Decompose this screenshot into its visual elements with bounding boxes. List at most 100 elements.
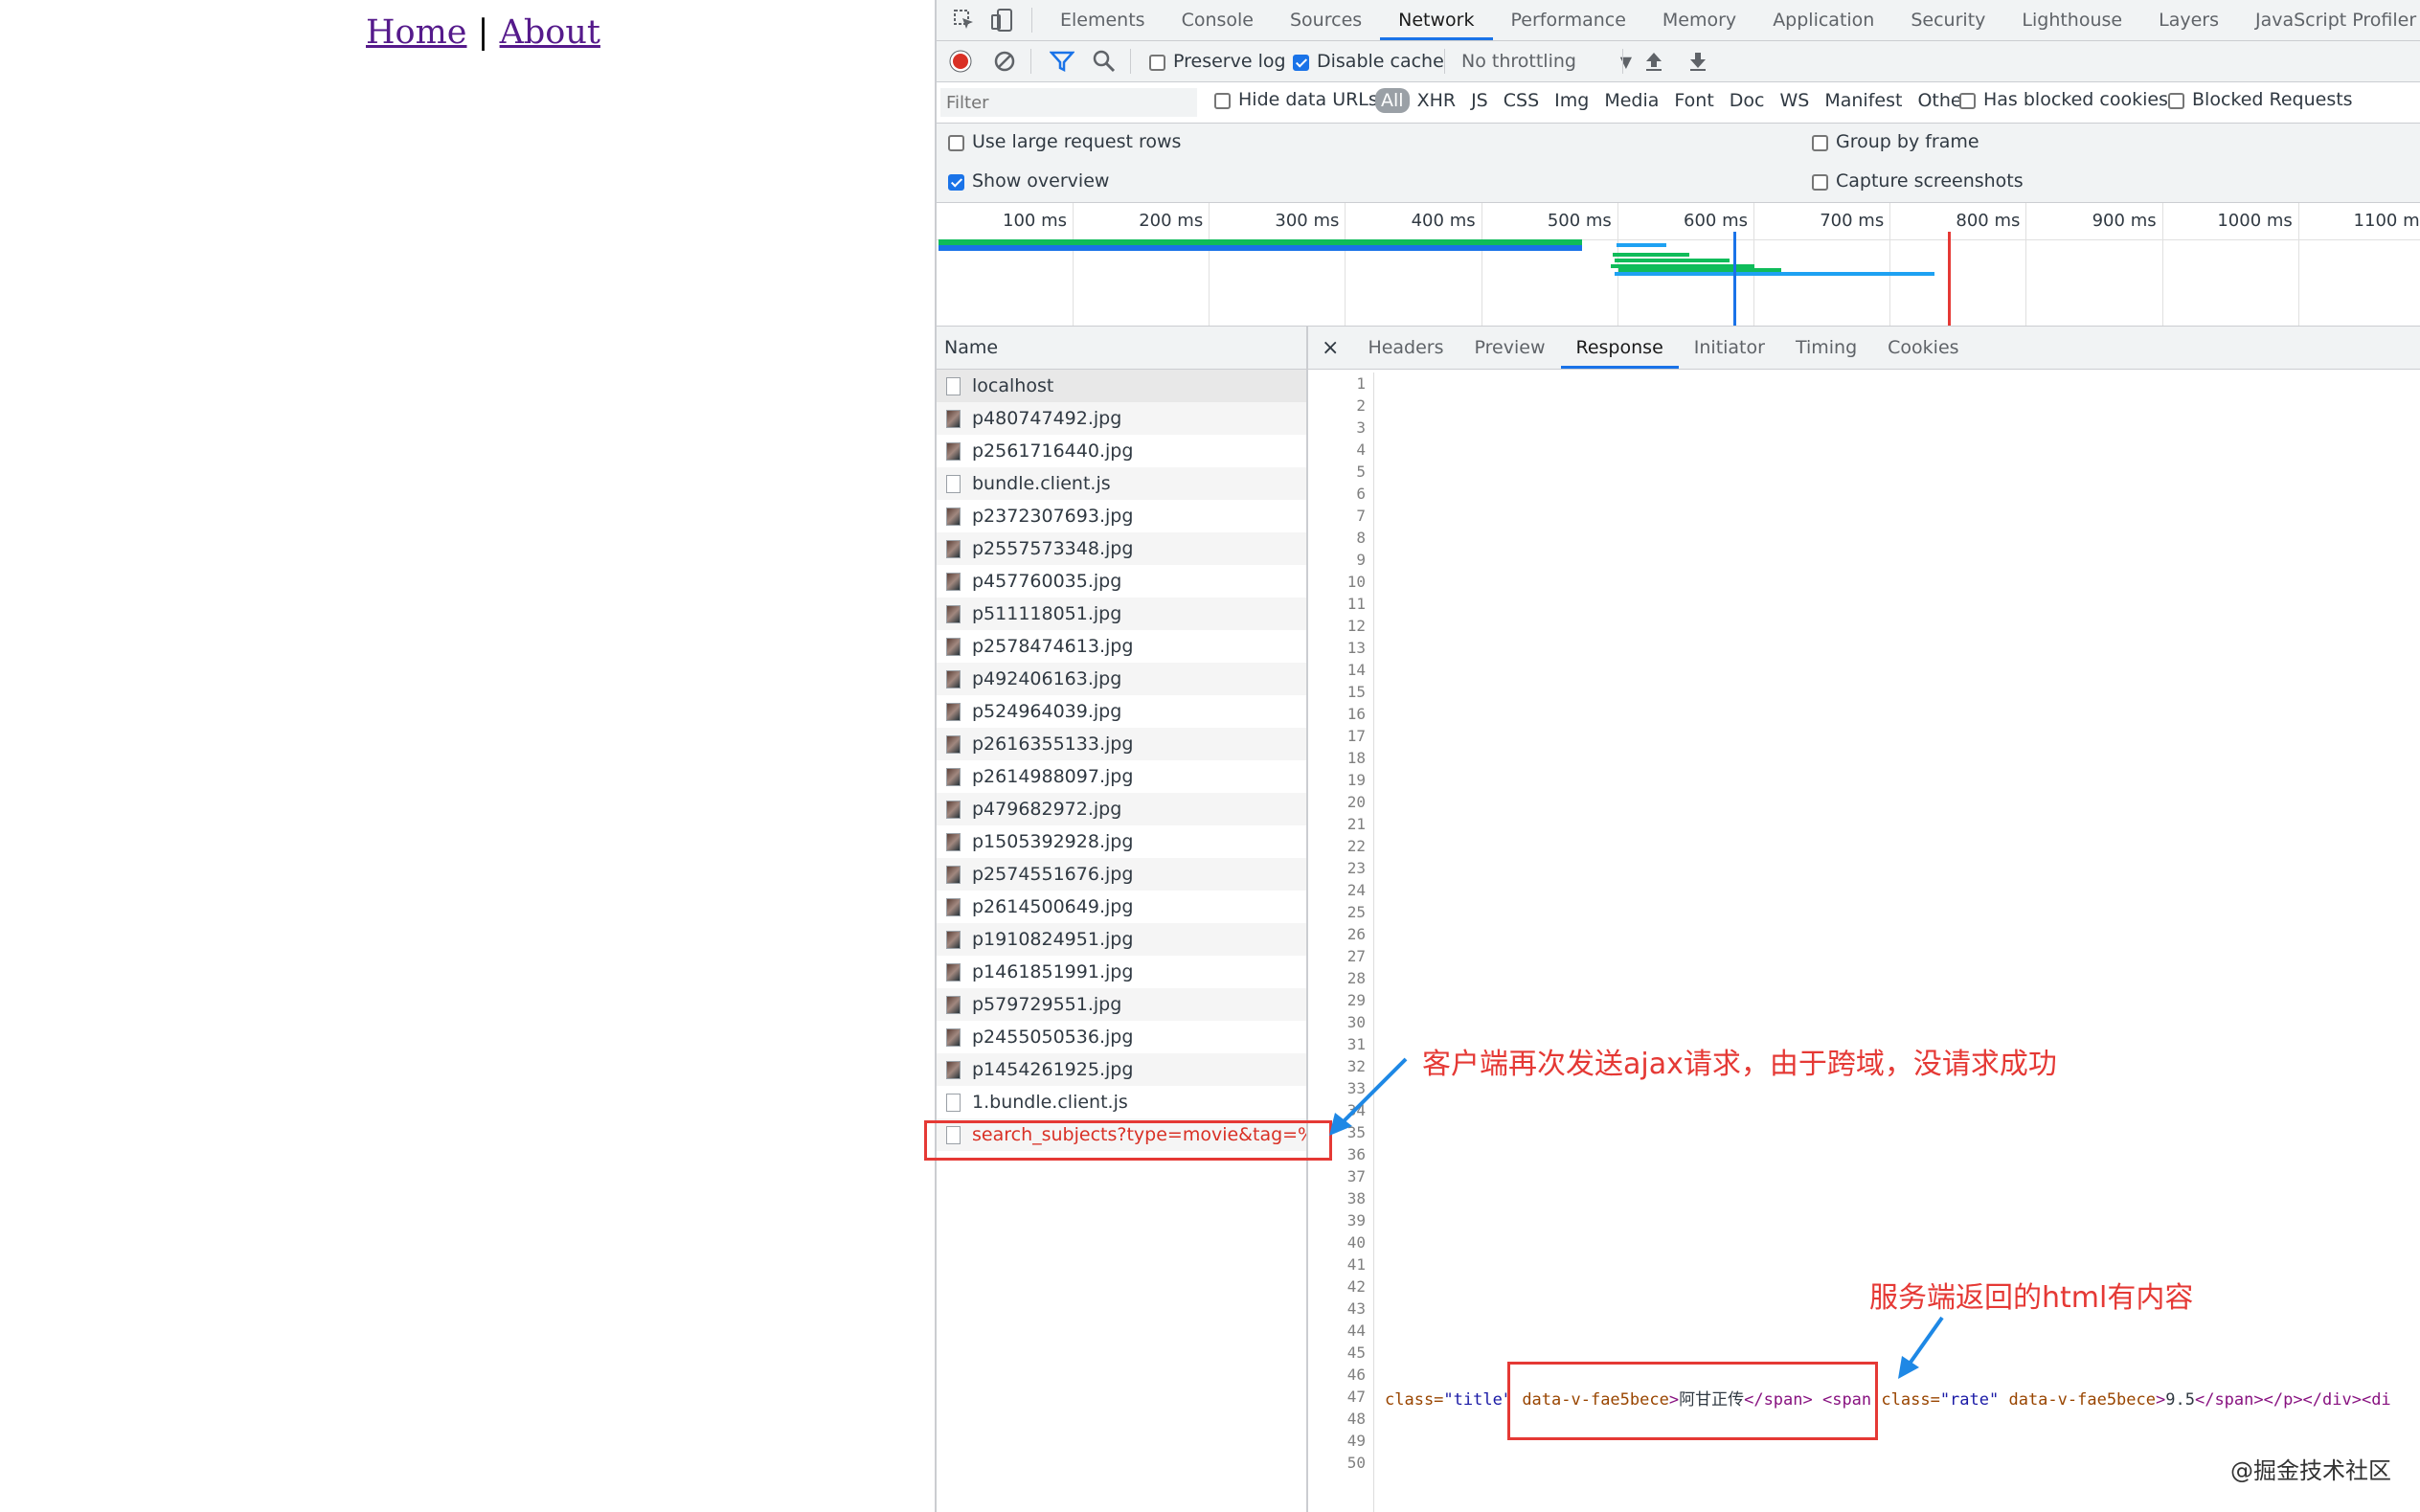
disable-cache-checkbox[interactable]: Disable cache <box>1293 51 1444 72</box>
blocked-requests-checkbox[interactable]: Blocked Requests <box>2168 89 2353 110</box>
detail-tab-headers[interactable]: Headers <box>1352 327 1459 369</box>
tab-sources[interactable]: Sources <box>1272 0 1380 40</box>
request-name: p2372307693.jpg <box>972 506 1134 527</box>
has-blocked-cookies-box[interactable] <box>1959 92 1976 109</box>
clear-icon[interactable] <box>992 49 1017 74</box>
detail-tab-timing[interactable]: Timing <box>1780 327 1872 369</box>
tab-application[interactable]: Application <box>1754 0 1892 40</box>
tab-lighthouse[interactable]: Lighthouse <box>2003 0 2140 40</box>
request-row[interactable]: p2574551676.jpg <box>937 858 1306 891</box>
inspect-element-icon[interactable] <box>952 8 977 33</box>
request-row[interactable]: p2614988097.jpg <box>937 760 1306 793</box>
tab-javascript-profiler[interactable]: JavaScript Profiler <box>2237 0 2420 40</box>
throttling-select[interactable]: No throttling ▼ <box>1461 51 1632 72</box>
request-row[interactable]: p1461851991.jpg <box>937 956 1306 988</box>
detail-tabs: × Headers Preview Response Initiator Timing C… <box>1308 327 2420 370</box>
type-filter-media[interactable]: Media <box>1596 88 1666 113</box>
type-filter-all[interactable]: All <box>1375 88 1410 113</box>
request-row[interactable]: p2372307693.jpg <box>937 500 1306 532</box>
tab-performance[interactable]: Performance <box>1493 0 1644 40</box>
line-number: 15 <box>1346 683 1366 701</box>
group-by-frame-checkbox[interactable]: Group by frame <box>1812 131 1979 152</box>
has-blocked-cookies-checkbox[interactable]: Has blocked cookies <box>1959 89 2168 110</box>
request-row[interactable]: p2455050536.jpg <box>937 1021 1306 1053</box>
preserve-log-checkbox[interactable]: Preserve log <box>1149 51 1286 72</box>
request-row[interactable]: p480747492.jpg <box>937 402 1306 435</box>
line-number: 29 <box>1346 991 1366 1009</box>
type-filter-img[interactable]: Img <box>1547 88 1596 113</box>
request-row[interactable]: p2614500649.jpg <box>937 891 1306 923</box>
device-toolbar-icon[interactable] <box>990 8 1015 33</box>
request-row[interactable]: bundle.client.js <box>937 467 1306 500</box>
request-row[interactable]: p457760035.jpg <box>937 565 1306 598</box>
export-har-icon[interactable] <box>1685 49 1710 74</box>
detail-tab-cookies[interactable]: Cookies <box>1872 327 1974 369</box>
image-file-icon <box>946 865 961 884</box>
image-file-icon <box>946 1060 961 1079</box>
detail-tab-initiator[interactable]: Initiator <box>1679 327 1780 369</box>
detail-tab-preview[interactable]: Preview <box>1459 327 1561 369</box>
request-row[interactable]: p1910824951.jpg <box>937 923 1306 956</box>
overview-bar-2 <box>1613 253 1689 257</box>
tab-security[interactable]: Security <box>1892 0 2003 40</box>
type-filter-xhr[interactable]: XHR <box>1410 88 1464 113</box>
request-row[interactable]: p479682972.jpg <box>937 793 1306 825</box>
type-filter-font[interactable]: Font <box>1666 88 1721 113</box>
group-by-frame-box[interactable] <box>1812 134 1828 151</box>
type-filter-manifest[interactable]: Manifest <box>1817 88 1910 113</box>
capture-screenshots-checkbox[interactable]: Capture screenshots <box>1812 170 2024 192</box>
show-overview-box[interactable] <box>948 173 964 191</box>
about-link[interactable]: About <box>500 13 600 52</box>
disable-cache-box[interactable] <box>1293 54 1309 71</box>
request-row[interactable]: localhost <box>937 370 1306 402</box>
import-har-icon[interactable] <box>1641 49 1666 74</box>
request-row[interactable]: p1505392928.jpg <box>937 825 1306 858</box>
filter-icon[interactable] <box>1050 49 1074 74</box>
tab-network[interactable]: Network <box>1380 0 1493 40</box>
search-icon[interactable] <box>1092 49 1117 74</box>
overview-tick-line <box>2161 203 2163 326</box>
request-name: p1454261925.jpg <box>972 1059 1134 1080</box>
close-icon[interactable]: × <box>1308 336 1352 360</box>
request-row[interactable]: p579729551.jpg <box>937 988 1306 1021</box>
code-token: class= <box>1881 1390 1940 1410</box>
type-filter-css[interactable]: CSS <box>1496 88 1547 113</box>
tab-elements[interactable]: Elements <box>1042 0 1164 40</box>
blocked-requests-box[interactable] <box>2168 92 2184 109</box>
filter-input[interactable] <box>940 88 1197 117</box>
type-filter-js[interactable]: JS <box>1463 88 1496 113</box>
hide-data-urls-box[interactable] <box>1214 92 1231 109</box>
request-row[interactable]: p2561716440.jpg <box>937 435 1306 467</box>
line-number: 24 <box>1346 881 1366 899</box>
overview-tick-line <box>1073 203 1074 326</box>
network-settings: Use large request rows Show overview Gro… <box>937 124 2420 203</box>
request-row[interactable]: 1.bundle.client.js <box>937 1086 1306 1118</box>
request-row[interactable]: p524964039.jpg <box>937 695 1306 728</box>
network-overview[interactable]: 100 ms 200 ms 300 ms 400 ms 500 ms 600 ms 700 … <box>937 203 2420 327</box>
request-row[interactable]: p2616355133.jpg <box>937 728 1306 760</box>
overview-tick-line <box>2297 203 2299 326</box>
preserve-log-box[interactable] <box>1149 54 1165 71</box>
name-column-header[interactable]: Name <box>937 327 1306 370</box>
record-icon[interactable] <box>948 49 973 74</box>
request-row[interactable]: p2578474613.jpg <box>937 630 1306 663</box>
request-row[interactable]: p2557573348.jpg <box>937 532 1306 565</box>
tab-console[interactable]: Console <box>1164 0 1272 40</box>
load-marker <box>1948 232 1951 326</box>
capture-screenshots-box[interactable] <box>1812 173 1828 191</box>
overview-tick-line <box>2025 203 2027 326</box>
type-filter-ws[interactable]: WS <box>1772 88 1817 113</box>
home-link[interactable]: Home <box>366 13 467 52</box>
request-row[interactable]: p1454261925.jpg <box>937 1053 1306 1086</box>
type-filter-doc[interactable]: Doc <box>1722 88 1773 113</box>
request-row[interactable]: p492406163.jpg <box>937 663 1306 695</box>
request-row[interactable]: p511118051.jpg <box>937 598 1306 630</box>
show-overview-checkbox[interactable]: Show overview <box>948 170 1109 192</box>
overview-bar-3 <box>1615 259 1730 262</box>
tab-layers[interactable]: Layers <box>2140 0 2237 40</box>
tab-memory[interactable]: Memory <box>1644 0 1754 40</box>
detail-tab-response[interactable]: Response <box>1560 327 1679 369</box>
large-rows-checkbox[interactable]: Use large request rows <box>948 131 1181 152</box>
large-rows-box[interactable] <box>948 134 964 151</box>
hide-data-urls-checkbox[interactable]: Hide data URLs <box>1214 89 1378 110</box>
